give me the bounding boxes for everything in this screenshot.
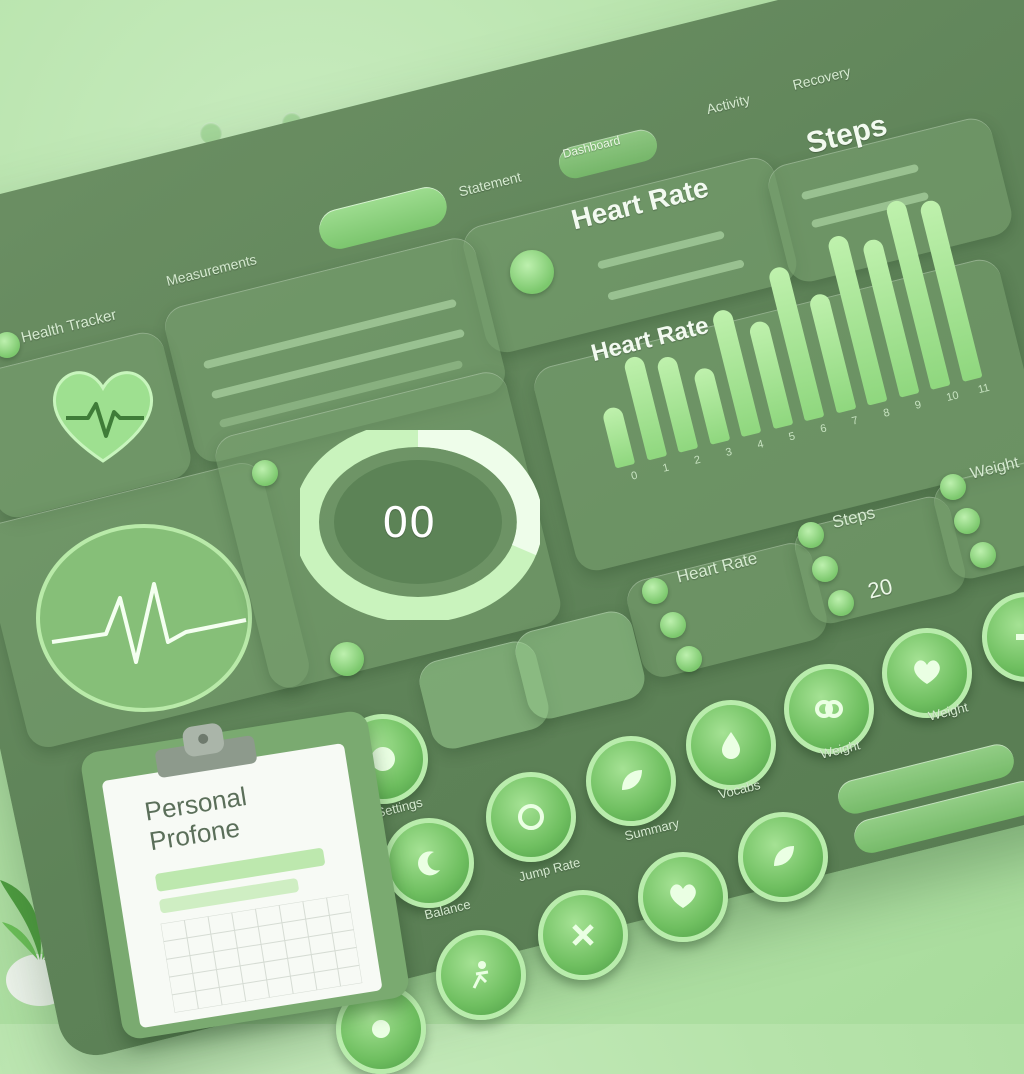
- settings-icon: [372, 1020, 390, 1038]
- weight-row-icon: [954, 508, 980, 534]
- action-button[interactable]: [436, 930, 526, 1020]
- chart-x-tick: 1: [661, 461, 671, 475]
- heart-pulse-icon: [53, 371, 153, 463]
- gauge-bottom-icon: [330, 642, 364, 676]
- profile-paper: Personal Profone: [101, 742, 383, 1029]
- heart-rate-row-icon: [660, 612, 686, 638]
- leaf-icon: [622, 770, 642, 790]
- leaf-icon: [774, 846, 794, 866]
- steps-row-icon: [828, 590, 854, 616]
- chart-bar: [601, 405, 636, 469]
- link-icon: [815, 700, 843, 718]
- action-button[interactable]: [686, 700, 776, 790]
- steps-row-icon: [812, 556, 838, 582]
- action-button[interactable]: [384, 818, 474, 908]
- chart-x-tick: 9: [913, 398, 923, 412]
- chart-x-tick: 2: [692, 453, 702, 467]
- chart-x-tick: 5: [787, 430, 797, 444]
- chart-x-tick: 6: [819, 422, 828, 436]
- drop-icon: [722, 732, 740, 759]
- heart-rate-row-icon: [642, 578, 668, 604]
- heart-rate-card-icon: [510, 250, 554, 294]
- heart-rate-row-icon: [676, 646, 702, 672]
- gauge-value: 00: [382, 498, 436, 547]
- profile-grid: [160, 894, 363, 1013]
- profile-highlight: [154, 847, 326, 892]
- moon-icon: [418, 851, 440, 876]
- chart-x-tick: 11: [976, 381, 991, 397]
- action-button[interactable]: [738, 812, 828, 902]
- action-button[interactable]: [486, 772, 576, 862]
- cross-icon: [572, 924, 594, 946]
- weight-row-icon: [940, 474, 966, 500]
- chart-x-tick: 3: [724, 445, 734, 460]
- chart-x-tick: 4: [756, 438, 765, 452]
- action-button[interactable]: [784, 664, 874, 754]
- heart-icon: [670, 884, 696, 908]
- weight-row-icon: [970, 542, 996, 568]
- chart-x-tick: 10: [945, 389, 961, 405]
- profile-clipboard[interactable]: Personal Profone: [79, 709, 411, 1041]
- action-button[interactable]: [586, 736, 676, 826]
- action-button[interactable]: [538, 890, 628, 980]
- gauge-top-icon: [252, 460, 278, 486]
- chart-x-tick: 8: [882, 406, 892, 420]
- chart-x-tick: 7: [850, 414, 860, 428]
- scale-icon: [518, 804, 544, 830]
- chart-x-tick: 0: [629, 469, 639, 483]
- heart-icon: [914, 660, 940, 684]
- plus-icon: [1016, 634, 1024, 640]
- chart-bar: [692, 366, 731, 445]
- steps-row-icon: [798, 522, 824, 548]
- ecg-monitor: [36, 524, 252, 712]
- action-button[interactable]: [638, 852, 728, 942]
- runner-icon: [472, 961, 489, 989]
